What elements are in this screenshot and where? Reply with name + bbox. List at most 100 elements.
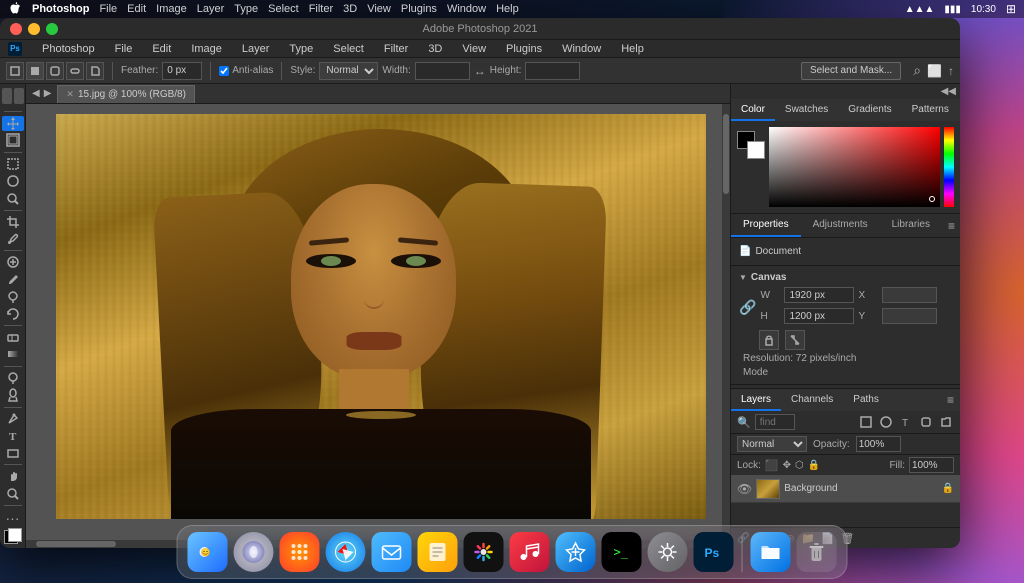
dock-terminal[interactable]: >_ xyxy=(602,532,642,572)
tab-channels[interactable]: Channels xyxy=(781,390,843,411)
maximize-button[interactable] xyxy=(46,23,58,35)
layer-type-text[interactable]: T xyxy=(898,414,914,430)
width-input[interactable] xyxy=(415,62,470,80)
dock-folder[interactable] xyxy=(751,532,791,572)
panel-arrow-right[interactable]: ▶ xyxy=(44,88,52,99)
tool-move[interactable] xyxy=(2,116,24,131)
macos-control-center[interactable]: ⊞ xyxy=(1006,2,1016,16)
select-mask-button[interactable]: Select and Mask... xyxy=(801,62,901,80)
dock-appstore[interactable] xyxy=(556,532,596,572)
lock-all-icon[interactable]: 🔒 xyxy=(808,460,820,471)
macos-filter[interactable]: Filter xyxy=(309,3,333,15)
layer-type-group[interactable] xyxy=(938,414,954,430)
apple-logo[interactable] xyxy=(8,2,22,16)
macos-battery[interactable]: ▮▮▮ xyxy=(944,4,961,15)
color-spectrum[interactable] xyxy=(944,127,954,207)
tool-lasso[interactable] xyxy=(2,173,24,188)
panel-collapse-left[interactable] xyxy=(2,88,12,104)
height-input[interactable] xyxy=(525,62,580,80)
color-panel-menu[interactable]: ≡ xyxy=(959,99,960,121)
toolbar-shape-rect[interactable] xyxy=(6,62,24,80)
fg-bg-colors[interactable] xyxy=(2,528,24,544)
tool-shape[interactable] xyxy=(2,445,24,460)
color-gradient-picker[interactable] xyxy=(769,127,940,207)
tab-adjustments[interactable]: Adjustments xyxy=(801,214,880,237)
layer-type-pixel[interactable] xyxy=(858,414,874,430)
canvas-resize-btn[interactable] xyxy=(785,330,805,350)
menu-help[interactable]: Help xyxy=(617,43,648,55)
tool-hand[interactable] xyxy=(2,469,24,484)
canvas-scrollbar-vertical[interactable] xyxy=(722,104,730,540)
tool-history-brush[interactable] xyxy=(2,306,24,321)
macos-file[interactable]: File xyxy=(99,3,117,15)
dock-music[interactable] xyxy=(510,532,550,572)
menu-view[interactable]: View xyxy=(458,43,490,55)
dock-trash[interactable] xyxy=(797,532,837,572)
dock-safari[interactable] xyxy=(326,532,366,572)
dock-mail[interactable] xyxy=(372,532,412,572)
menu-3d[interactable]: 3D xyxy=(424,43,446,55)
macos-wifi[interactable]: ▲▲▲ xyxy=(905,4,935,15)
macos-image[interactable]: Image xyxy=(156,3,187,15)
tool-eyedropper[interactable] xyxy=(2,231,24,246)
tab-gradients[interactable]: Gradients xyxy=(838,100,901,121)
panel-collapse-btn[interactable]: ◀◀ xyxy=(941,86,956,97)
menu-image[interactable]: Image xyxy=(187,43,226,55)
dock-system-prefs[interactable] xyxy=(648,532,688,572)
menu-layer[interactable]: Layer xyxy=(238,43,274,55)
tool-dodge[interactable] xyxy=(2,388,24,403)
canvas-section-header[interactable]: ▼ Canvas xyxy=(739,272,952,283)
blend-mode-select[interactable]: Normal xyxy=(737,436,807,452)
canvas-height-input[interactable] xyxy=(784,308,854,324)
dock-photos[interactable] xyxy=(464,532,504,572)
toolbar-shape-doc[interactable] xyxy=(86,62,104,80)
macos-clock[interactable]: 10:30 xyxy=(971,4,996,15)
tool-quick-select[interactable] xyxy=(2,191,24,206)
lock-pos-icon[interactable]: ✥ xyxy=(783,460,791,471)
menu-edit[interactable]: Edit xyxy=(148,43,175,55)
lock-aspect-btn[interactable] xyxy=(759,330,779,350)
tab-swatches[interactable]: Swatches xyxy=(775,100,838,121)
menu-type[interactable]: Type xyxy=(285,43,317,55)
tool-artboard[interactable] xyxy=(2,133,24,148)
tool-pen[interactable] xyxy=(2,411,24,426)
toolbar-shape-rect2[interactable] xyxy=(26,62,44,80)
canvas-scroll-thumb-v[interactable] xyxy=(723,114,729,194)
panel-expand-left[interactable] xyxy=(14,88,24,104)
tool-rect-marquee[interactable] xyxy=(2,156,24,171)
canvas-tab-active[interactable]: ✕ 15.jpg @ 100% (RGB/8) xyxy=(57,85,195,103)
menu-window[interactable]: Window xyxy=(558,43,605,55)
toolbar-shape-round[interactable] xyxy=(46,62,64,80)
properties-menu[interactable]: ≡ xyxy=(942,215,960,237)
search-icon[interactable]: ⌕ xyxy=(913,62,921,79)
canvas-width-input[interactable] xyxy=(784,287,854,303)
layers-menu[interactable]: ≡ xyxy=(941,389,960,411)
menu-plugins[interactable]: Plugins xyxy=(502,43,546,55)
tab-color[interactable]: Color xyxy=(731,100,775,121)
macos-help[interactable]: Help xyxy=(496,3,519,15)
workspace-icon[interactable]: ⬜ xyxy=(927,64,942,78)
dock-finder[interactable]: 😊 xyxy=(188,532,228,572)
macos-plugins[interactable]: Plugins xyxy=(401,3,437,15)
tool-text[interactable]: T xyxy=(2,428,24,443)
tab-properties[interactable]: Properties xyxy=(731,214,801,237)
tab-patterns[interactable]: Patterns xyxy=(902,100,959,121)
macos-view[interactable]: View xyxy=(367,3,391,15)
style-select[interactable]: Normal xyxy=(319,62,378,80)
lock-pixel-icon[interactable]: ⬛ xyxy=(765,459,779,472)
canvas-x-input[interactable] xyxy=(882,287,937,303)
menu-select[interactable]: Select xyxy=(329,43,368,55)
feather-input[interactable] xyxy=(162,62,202,80)
dock-notes[interactable] xyxy=(418,532,458,572)
macos-app-name[interactable]: Photoshop xyxy=(32,3,89,15)
tool-crop[interactable] xyxy=(2,214,24,229)
minimize-button[interactable] xyxy=(28,23,40,35)
macos-layer[interactable]: Layer xyxy=(197,3,225,15)
tab-paths[interactable]: Paths xyxy=(843,390,889,411)
bg-swatch[interactable] xyxy=(747,141,765,159)
dock-launchpad[interactable] xyxy=(280,532,320,572)
anti-alias-label[interactable]: Anti-alias xyxy=(219,65,273,76)
share-icon[interactable]: ↑ xyxy=(948,64,954,78)
tool-more[interactable]: ··· xyxy=(2,510,24,526)
dock-siri[interactable] xyxy=(234,532,274,572)
